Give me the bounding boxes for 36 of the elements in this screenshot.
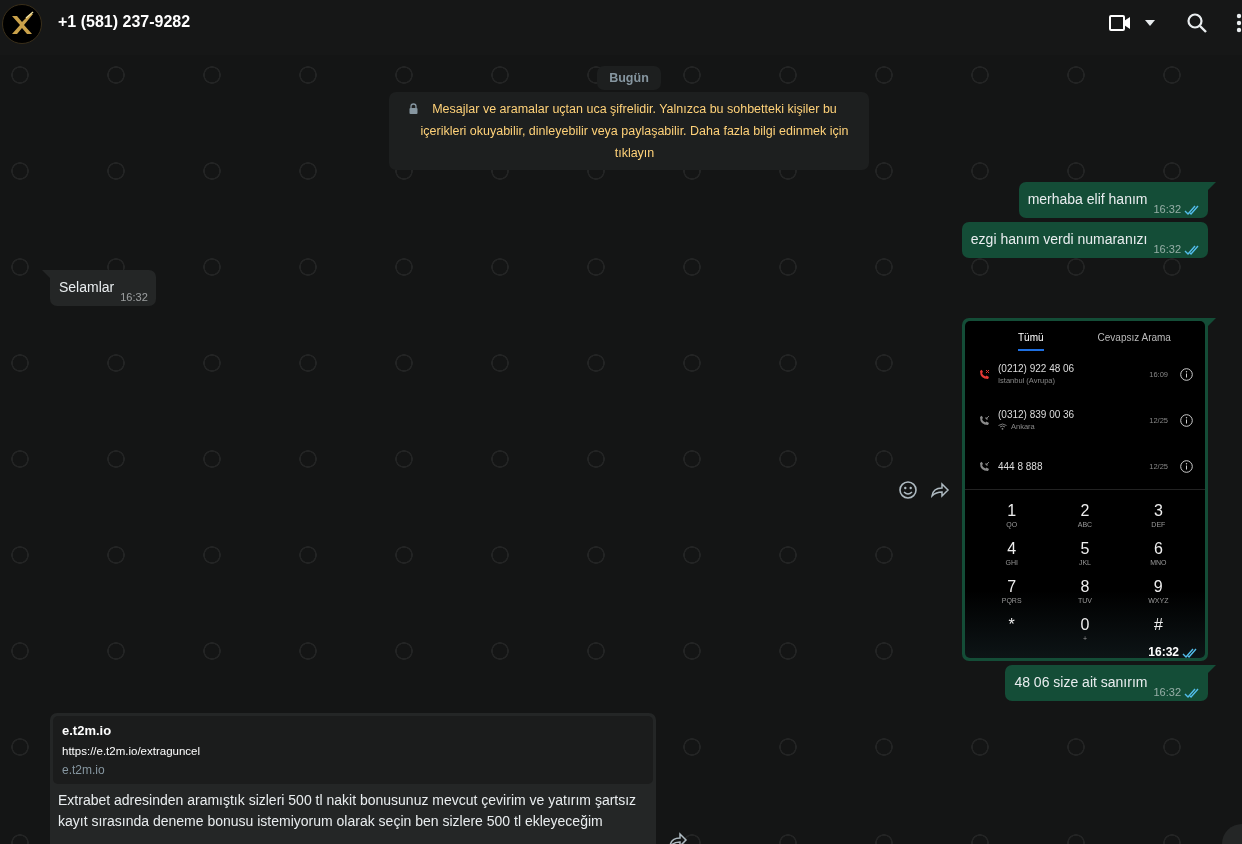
- message-time: 16:32: [1153, 686, 1181, 698]
- dial-key[interactable]: *: [1000, 616, 1023, 644]
- notice-text: Mesajlar ve aramalar uçtan uca şifrelidir. Yalnızca bu sohbetteki kişiler bu içerikleri okuyabilir, dinleyebilir veya paylaşabilir. Daha fazla bilgi edinmek için tıklayın: [420, 101, 849, 162]
- contact-name[interactable]: +1 (581) 237-9282: [58, 13, 191, 31]
- message-time: 16:32: [120, 291, 148, 303]
- forward-icon[interactable]: [930, 481, 950, 498]
- phone-number: (0212) 922 48 06: [998, 363, 1076, 374]
- message-text: merhaba elif hanım: [1027, 190, 1148, 209]
- message-text: Selamlar: [59, 278, 115, 297]
- tab[interactable]: Tümü: [1018, 332, 1044, 351]
- encryption-notice[interactable]: Mesajlar ve aramalar uçtan uca şifrelidir. Yalnızca bu sohbetteki kişiler bu içerikleri okuyabilir, dinleyebilir veya paylaşabilir. Daha fazla bilgi edinmek için tıklayın: [389, 92, 869, 170]
- message-text: ezgi hanım verdi numaranızı: [970, 230, 1148, 249]
- message-text: Extrabet adresinden aramıştık sizleri 500 tl nakit bonusunuz mevcut çevirim ve yatırım şartsız kayıt sırasında deneme bonusu istemiyorum olarak seçin ben sizlere 500 tl ekleyeceğim: [57, 791, 638, 831]
- info-icon[interactable]: [1180, 367, 1193, 381]
- message-text: 48 06 size ait sanırım: [1014, 673, 1148, 692]
- lock-icon: [409, 103, 418, 114]
- info-icon[interactable]: [1180, 459, 1193, 473]
- message-time: 16:32: [1153, 203, 1181, 215]
- avatar-logo-icon[interactable]: [2, 3, 42, 44]
- preview-title: e.t2m.io: [62, 723, 113, 738]
- link-preview[interactable]: e.t2m.io https://e.t2m.io/extraguncel e.t2m.io: [53, 716, 653, 784]
- caret-icon[interactable]: [1144, 18, 1156, 27]
- phone-number: 444 8 888: [998, 460, 1044, 472]
- info-icon[interactable]: [1180, 413, 1193, 427]
- forward-icon[interactable]: [668, 832, 688, 844]
- preview-url: https://e.t2m.io/extraguncel: [62, 745, 202, 757]
- dial-key[interactable]: #: [1145, 616, 1171, 644]
- menu-icon[interactable]: [1236, 11, 1242, 34]
- preview-domain: e.t2m.io: [62, 763, 106, 777]
- tab[interactable]: Cevapsız Arama: [1097, 332, 1171, 351]
- date-label: Bugün: [597, 66, 661, 90]
- message-time: 16:32: [1153, 243, 1181, 255]
- phone-number: (0312) 839 00 36: [998, 409, 1076, 420]
- emoji-icon[interactable]: [898, 479, 918, 500]
- search-icon[interactable]: [1186, 11, 1208, 34]
- message-time: 16:32: [1148, 645, 1179, 659]
